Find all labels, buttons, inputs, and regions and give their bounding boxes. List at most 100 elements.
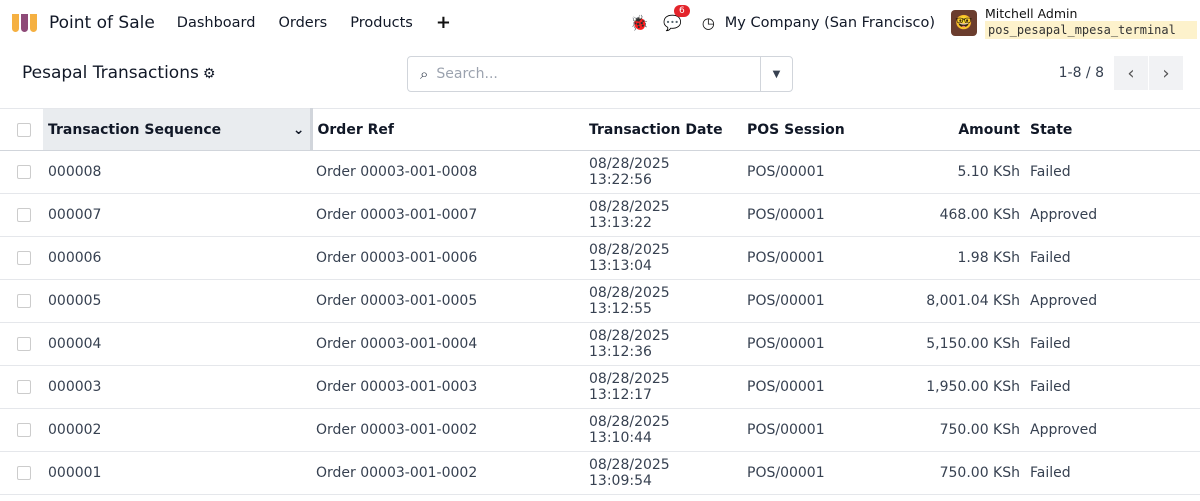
row-checkbox[interactable] bbox=[17, 380, 31, 394]
cell-order-ref: Order 00003-001-0007 bbox=[316, 207, 478, 223]
search-input[interactable]: Search... bbox=[436, 66, 760, 82]
cell-amount: 468.00 KSh bbox=[939, 207, 1020, 223]
column-transaction-sequence[interactable]: Transaction Sequence ⌄ bbox=[43, 108, 313, 151]
row-checkbox[interactable] bbox=[17, 208, 31, 222]
bug-icon[interactable]: 🐞 bbox=[630, 14, 649, 32]
control-panel: Pesapal Transactions ⚙ ⌕ Search... ▼ 1-8 … bbox=[0, 45, 1200, 108]
cell-state: Failed bbox=[1030, 336, 1071, 352]
table-row[interactable]: 000006 Order 00003-001-0006 08/28/2025 13:… bbox=[0, 237, 1200, 280]
cell-transaction-sequence: 000004 bbox=[48, 336, 102, 352]
cell-pos-session: POS/00001 bbox=[747, 379, 825, 395]
table-row[interactable]: 000008 Order 00003-001-0008 08/28/2025 13:… bbox=[0, 151, 1200, 194]
menu-products[interactable]: Products bbox=[350, 15, 413, 31]
cell-amount: 1,950.00 KSh bbox=[926, 379, 1020, 395]
table-row[interactable]: 000002 Order 00003-001-0002 08/28/2025 13:… bbox=[0, 409, 1200, 452]
cell-state: Failed bbox=[1030, 379, 1071, 395]
search-icon: ⌕ bbox=[420, 65, 429, 83]
cell-transaction-date: 08/28/2025 13:12:55 bbox=[589, 285, 670, 317]
column-transaction-date[interactable]: Transaction Date bbox=[584, 109, 742, 151]
column-order-ref[interactable]: Order Ref bbox=[311, 109, 584, 151]
cell-order-ref: Order 00003-001-0003 bbox=[316, 379, 478, 395]
page-title: Pesapal Transactions bbox=[22, 63, 199, 83]
cell-order-ref: Order 00003-001-0004 bbox=[316, 336, 478, 352]
cell-state: Approved bbox=[1030, 207, 1098, 223]
row-checkbox[interactable] bbox=[17, 294, 31, 308]
cell-pos-session: POS/00001 bbox=[747, 422, 825, 438]
plus-icon[interactable]: + bbox=[436, 12, 451, 33]
clock-icon[interactable]: ◷ bbox=[702, 14, 715, 32]
navbar: Point of Sale Dashboard Orders Products … bbox=[0, 0, 1200, 45]
cell-amount: 1.98 KSh bbox=[957, 250, 1020, 266]
select-all-checkbox[interactable] bbox=[17, 122, 31, 137]
cell-transaction-sequence: 000003 bbox=[48, 379, 102, 395]
menu-orders[interactable]: Orders bbox=[278, 15, 327, 31]
cell-transaction-date: 08/28/2025 13:12:17 bbox=[589, 371, 670, 403]
column-amount[interactable]: Amount bbox=[872, 109, 1025, 151]
cell-amount: 5,150.00 KSh bbox=[926, 336, 1020, 352]
cell-transaction-sequence: 000001 bbox=[48, 465, 102, 481]
column-state[interactable]: State bbox=[1025, 109, 1200, 151]
row-checkbox[interactable] bbox=[17, 466, 31, 480]
row-checkbox[interactable] bbox=[17, 423, 31, 437]
pager-next-button[interactable]: › bbox=[1149, 56, 1183, 90]
cell-transaction-date: 08/28/2025 13:13:04 bbox=[589, 242, 670, 274]
cell-transaction-sequence: 000006 bbox=[48, 250, 102, 266]
table-header: Transaction Sequence ⌄ Order Ref Transact… bbox=[0, 108, 1200, 151]
user-name: Mitchell Admin bbox=[985, 6, 1078, 21]
row-checkbox[interactable] bbox=[17, 165, 31, 179]
search-bar[interactable]: ⌕ Search... ▼ bbox=[407, 56, 793, 92]
pager: 1-8 / 8 ‹ › bbox=[1059, 56, 1183, 90]
cell-transaction-sequence: 000007 bbox=[48, 207, 102, 223]
pager-previous-button[interactable]: ‹ bbox=[1114, 56, 1148, 90]
table-row[interactable]: 000005 Order 00003-001-0005 08/28/2025 13:… bbox=[0, 280, 1200, 323]
cell-pos-session: POS/00001 bbox=[747, 164, 825, 180]
cell-state: Failed bbox=[1030, 250, 1071, 266]
messages-icon[interactable]: 💬 6 bbox=[663, 4, 690, 32]
app-logo-icon[interactable] bbox=[12, 13, 37, 32]
cell-amount: 5.10 KSh bbox=[957, 164, 1020, 180]
cell-order-ref: Order 00003-001-0005 bbox=[316, 293, 478, 309]
cell-order-ref: Order 00003-001-0008 bbox=[316, 164, 478, 180]
cell-pos-session: POS/00001 bbox=[747, 465, 825, 481]
cell-pos-session: POS/00001 bbox=[747, 250, 825, 266]
cell-state: Failed bbox=[1030, 164, 1071, 180]
cell-transaction-date: 08/28/2025 13:22:56 bbox=[589, 156, 670, 188]
column-pos-session[interactable]: POS Session bbox=[742, 109, 872, 151]
cell-transaction-sequence: 000008 bbox=[48, 164, 102, 180]
cell-transaction-date: 08/28/2025 13:13:22 bbox=[589, 199, 670, 231]
gear-icon[interactable]: ⚙ bbox=[203, 66, 216, 82]
cell-order-ref: Order 00003-001-0002 bbox=[316, 465, 478, 481]
cell-transaction-date: 08/28/2025 13:09:54 bbox=[589, 457, 670, 489]
cell-amount: 8,001.04 KSh bbox=[926, 293, 1020, 309]
pager-value[interactable]: 1-8 / 8 bbox=[1059, 65, 1104, 81]
menu-dashboard[interactable]: Dashboard bbox=[177, 15, 256, 31]
database-name: pos_pesapal_mpesa_terminal bbox=[985, 21, 1197, 39]
cell-pos-session: POS/00001 bbox=[747, 207, 825, 223]
search-options-toggle[interactable]: ▼ bbox=[760, 57, 792, 91]
cell-state: Approved bbox=[1030, 293, 1098, 309]
cell-amount: 750.00 KSh bbox=[939, 465, 1020, 481]
table-row[interactable]: 000004 Order 00003-001-0004 08/28/2025 13:… bbox=[0, 323, 1200, 366]
cell-order-ref: Order 00003-001-0006 bbox=[316, 250, 478, 266]
cell-pos-session: POS/00001 bbox=[747, 336, 825, 352]
messages-badge: 6 bbox=[674, 4, 690, 17]
cell-state: Approved bbox=[1030, 422, 1098, 438]
app-title[interactable]: Point of Sale bbox=[49, 13, 155, 33]
avatar[interactable]: 🤓 bbox=[951, 9, 977, 36]
cell-transaction-date: 08/28/2025 13:10:44 bbox=[589, 414, 670, 446]
company-switcher[interactable]: My Company (San Francisco) bbox=[725, 15, 935, 31]
table-row[interactable]: 000007 Order 00003-001-0007 08/28/2025 13:… bbox=[0, 194, 1200, 237]
cell-state: Failed bbox=[1030, 465, 1071, 481]
user-menu[interactable]: Mitchell Admin pos_pesapal_mpesa_termina… bbox=[985, 6, 1200, 39]
cell-amount: 750.00 KSh bbox=[939, 422, 1020, 438]
table-row[interactable]: 000003 Order 00003-001-0003 08/28/2025 13:… bbox=[0, 366, 1200, 409]
cell-transaction-sequence: 000005 bbox=[48, 293, 102, 309]
row-checkbox[interactable] bbox=[17, 251, 31, 265]
row-checkbox[interactable] bbox=[17, 337, 31, 351]
cell-transaction-date: 08/28/2025 13:12:36 bbox=[589, 328, 670, 360]
chevron-down-icon[interactable]: ⌄ bbox=[293, 122, 305, 138]
cell-order-ref: Order 00003-001-0002 bbox=[316, 422, 478, 438]
transactions-table: Transaction Sequence ⌄ Order Ref Transact… bbox=[0, 108, 1200, 495]
cell-pos-session: POS/00001 bbox=[747, 293, 825, 309]
table-row[interactable]: 000001 Order 00003-001-0002 08/28/2025 13:… bbox=[0, 452, 1200, 495]
